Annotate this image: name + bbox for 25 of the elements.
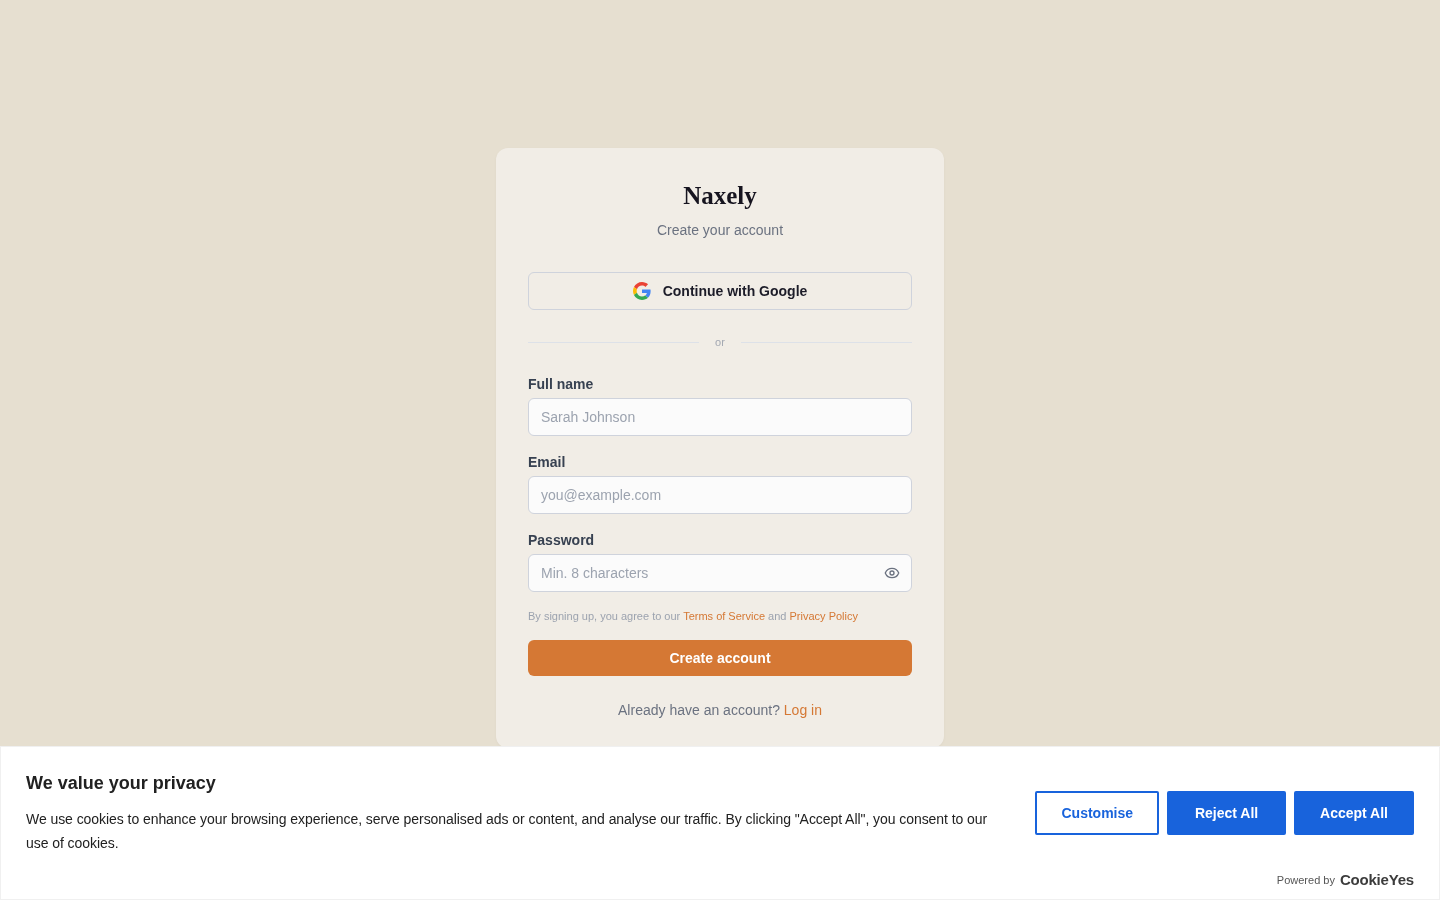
create-account-button[interactable]: Create account (528, 640, 912, 676)
input-field[interactable]: Min. 8 characters (528, 554, 912, 592)
input-field[interactable]: you@example.com (528, 476, 912, 514)
divider-text: or (715, 336, 725, 348)
brand-title: Naxely (683, 181, 757, 211)
field-label: Password (528, 531, 595, 550)
google-g-icon (632, 282, 651, 300)
banner-text: We use cookies to enhance your browsing experience, serve personalised ads or content, and analyse our traffic. By clicking "Accept All", you consent to our use of cookies. (26, 810, 989, 853)
terms-link[interactable]: Terms of Service (683, 610, 766, 622)
login-link[interactable]: Log in (783, 702, 822, 718)
terms-link[interactable]: Privacy Policy (789, 610, 858, 622)
subtitle: Create your account (656, 221, 784, 240)
provider-logo[interactable]: CookieYes (1339, 871, 1414, 888)
banner-title: We value your privacy (26, 772, 216, 795)
login-prompt: Already have an account? Log in (618, 701, 822, 720)
eye-icon[interactable] (884, 565, 900, 581)
powered-by-text: Powered by (1276, 873, 1335, 886)
field-label: Full name (528, 375, 594, 394)
field-label: Email (528, 453, 566, 472)
input-field[interactable]: Sarah Johnson (528, 398, 912, 436)
cookie-button[interactable]: Customise (1035, 791, 1160, 835)
terms-text: By signing up, you agree to our Terms of Service and Privacy Policy (528, 609, 858, 624)
cookie-button[interactable]: Accept All (1294, 791, 1414, 835)
cookie-button[interactable]: Reject All (1167, 791, 1287, 835)
google-button[interactable]: Continue with Google (528, 272, 912, 310)
